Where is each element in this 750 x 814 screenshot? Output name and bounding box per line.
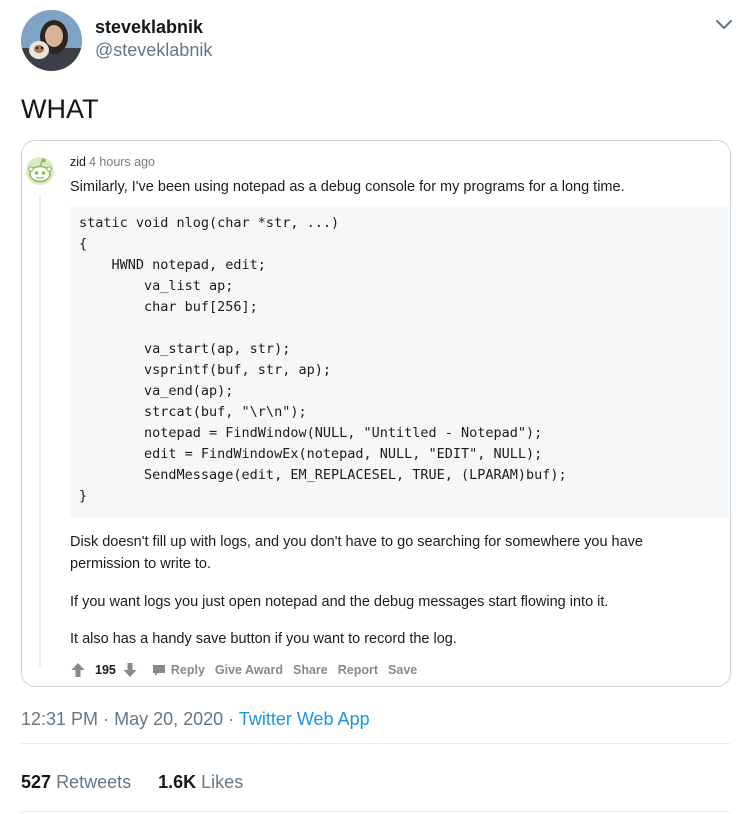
display-name[interactable]: steveklabnik [95,16,212,38]
save-button[interactable]: Save [388,663,417,677]
tweet-date[interactable]: May 20, 2020 [114,709,223,729]
comment-time[interactable]: 4 hours ago [89,155,155,169]
embedded-reddit-comment[interactable]: zid 4 hours ago Similarly, I've been usin… [21,140,731,687]
give-award-button[interactable]: Give Award [215,663,283,677]
comment-paragraph: Disk doesn't fill up with logs, and you … [70,534,643,572]
thread-line[interactable] [39,195,41,667]
user-handle[interactable]: @steveklabnik [95,38,212,62]
likes-label: Likes [201,772,244,792]
downvote-icon[interactable] [122,662,138,678]
divider [21,743,730,744]
retweets-label: Retweets [56,772,132,792]
avatar[interactable] [21,10,82,71]
report-button[interactable]: Report [338,663,378,677]
tweet-text: WHAT [21,94,99,124]
divider [21,811,730,812]
tweet-time[interactable]: 12:31 PM [21,709,98,729]
retweets-stat[interactable]: 527 Retweets [21,772,131,792]
tweet-stats: 527 Retweets 1.6K Likes [21,770,243,794]
retweets-count: 527 [21,772,52,792]
comment-intro: Similarly, I've been using notepad as a … [70,179,625,195]
tweet-header: steveklabnik @steveklabnik [21,10,736,72]
comment-paragraph: It also has a handy save button if you w… [70,631,457,647]
comment-username[interactable]: zid [70,155,86,169]
likes-stat[interactable]: 1.6K Likes [158,772,243,792]
snoo-icon [25,156,55,186]
upvote-icon[interactable] [70,662,86,678]
likes-count: 1.6K [158,772,197,792]
code-text: static void nlog(char *str, ...) { HWND … [79,215,567,504]
separator: · [103,709,110,729]
reply-button[interactable]: Reply [152,663,205,677]
share-button[interactable]: Share [293,663,328,677]
tweet-author[interactable]: steveklabnik @steveklabnik [95,16,212,62]
tweet-timestamp: 12:31 PM · May 20, 2020 · Twitter Web Ap… [21,707,370,731]
code-block: static void nlog(char *str, ...) { HWND … [70,206,729,517]
reply-label: Reply [170,663,205,677]
comment-icon [152,664,165,676]
tweet-source-link[interactable]: Twitter Web App [239,709,370,729]
comment-action-bar: 195 Reply Give Award Share Report Save [70,659,427,681]
comment-meta: zid 4 hours ago [70,155,155,169]
comment-paragraph: If you want logs you just open notepad a… [70,594,609,610]
separator: · [228,709,235,729]
chevron-down-icon[interactable] [712,12,736,36]
vote-score: 195 [95,663,116,677]
